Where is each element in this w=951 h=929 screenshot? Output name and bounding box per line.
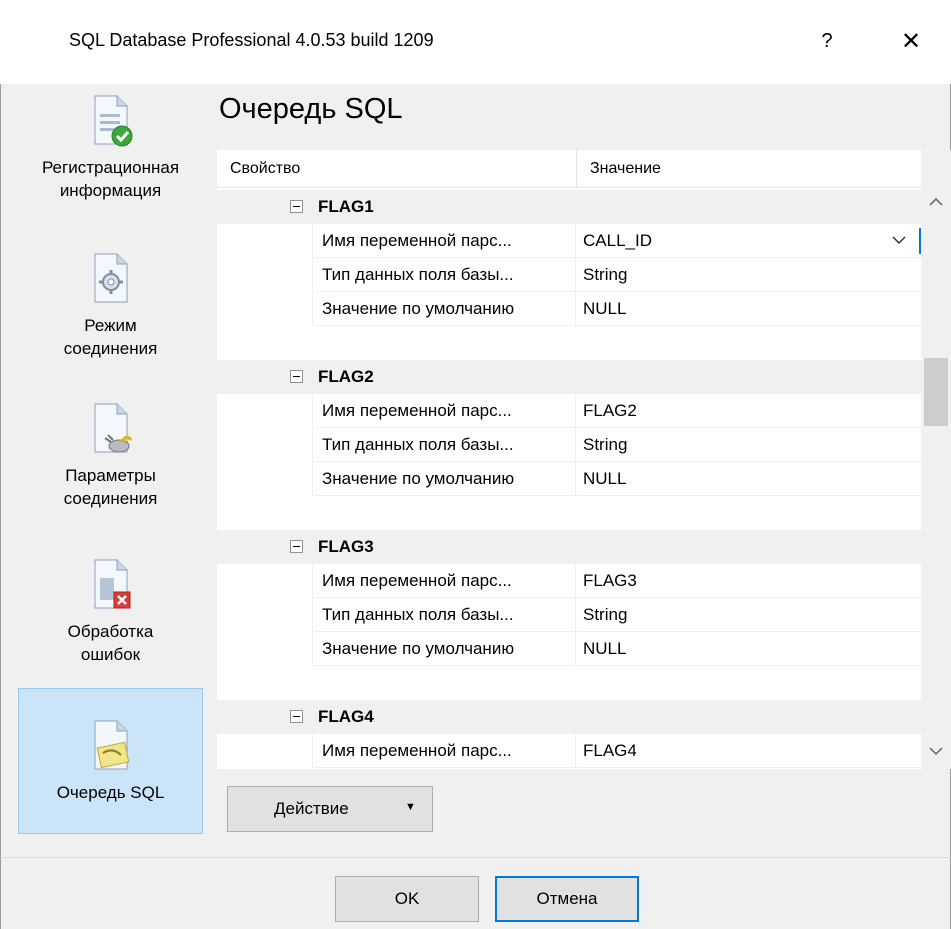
group-row-flag1[interactable]: FLAG1 <box>217 190 921 224</box>
table-row[interactable]: Тип данных поля базы... String <box>217 258 921 292</box>
property-value[interactable]: NULL <box>583 299 626 319</box>
document-gear-icon <box>85 250 137 308</box>
property-value[interactable]: NULL <box>583 469 626 489</box>
collapse-toggle-icon[interactable] <box>290 200 303 213</box>
action-dropdown-button[interactable]: Действие ▼ <box>227 786 433 832</box>
table-row[interactable]: Значение по умолчанию NULL <box>217 632 921 666</box>
group-label: FLAG3 <box>318 537 374 556</box>
sidebar-item-registration[interactable]: Регистрационная информация <box>18 86 203 222</box>
property-name: Имя переменной парс... <box>322 741 512 760</box>
value-dropdown[interactable]: CALL_ID <box>577 224 921 258</box>
window-title: SQL Database Professional 4.0.53 build 1… <box>69 30 434 50</box>
document-plug-icon <box>85 400 137 458</box>
close-button[interactable]: ✕ <box>888 18 934 64</box>
sidebar-item-label: Регистрационная <box>41 158 180 177</box>
table-row[interactable]: Имя переменной парс... FLAG2 <box>217 394 921 428</box>
table-row[interactable]: Значение по умолчанию NULL <box>217 462 921 496</box>
help-button[interactable]: ? <box>804 18 850 64</box>
page-title: Очередь SQL <box>219 93 403 125</box>
property-value[interactable]: FLAG4 <box>583 741 637 761</box>
property-name: Имя переменной парс... <box>322 571 512 590</box>
table-row[interactable]: Имя переменной парс... CALL_ID <box>217 224 921 258</box>
column-header-property[interactable]: Свойство <box>230 160 300 178</box>
property-name: Тип данных поля базы... <box>322 265 514 284</box>
property-value[interactable]: FLAG3 <box>583 571 637 591</box>
sidebar-item-label: информация <box>59 181 162 200</box>
group-row-flag3[interactable]: FLAG3 <box>217 530 921 564</box>
group-row-flag4[interactable]: FLAG4 <box>217 700 921 734</box>
table-row[interactable]: Значение по умолчанию NULL <box>217 292 921 326</box>
property-value[interactable]: String <box>583 605 627 625</box>
table-row[interactable]: Тип данных поля базы... String <box>217 428 921 462</box>
sidebar-item-sql-queue[interactable]: Очередь SQL <box>18 688 203 834</box>
sidebar-item-label: Параметры <box>65 466 156 485</box>
group-label: FLAG4 <box>318 707 374 726</box>
sidebar-item-connection-mode[interactable]: Режим соединения <box>18 244 203 374</box>
sidebar-item-connection-params[interactable]: Параметры соединения <box>18 394 203 524</box>
collapse-toggle-icon[interactable] <box>290 710 303 723</box>
group-row-flag2[interactable]: FLAG2 <box>217 360 921 394</box>
ok-button[interactable]: OK <box>335 876 479 922</box>
document-error-icon <box>85 556 137 614</box>
column-divider[interactable] <box>576 150 577 188</box>
property-value[interactable]: String <box>583 265 627 285</box>
property-value[interactable]: CALL_ID <box>583 231 652 251</box>
collapse-toggle-icon[interactable] <box>290 540 303 553</box>
group-label: FLAG1 <box>318 197 374 216</box>
property-name: Имя переменной парс... <box>322 231 512 250</box>
sidebar-item-error-handling[interactable]: Обработка ошибок <box>18 550 203 680</box>
sidebar-item-label: Режим <box>84 316 137 335</box>
property-value[interactable]: FLAG2 <box>583 401 637 421</box>
property-name: Имя переменной парс... <box>322 401 512 420</box>
scroll-down-icon[interactable] <box>921 736 951 766</box>
property-name: Значение по умолчанию <box>322 469 515 488</box>
action-label: Действие <box>274 799 349 818</box>
property-name: Тип данных поля базы... <box>322 605 514 624</box>
column-header-value[interactable]: Значение <box>590 160 661 178</box>
dialog-footer: OK Отмена <box>0 857 951 929</box>
property-name: Тип данных поля базы... <box>322 435 514 454</box>
document-queue-icon <box>85 717 137 775</box>
property-name: Значение по умолчанию <box>322 639 515 658</box>
property-name: Значение по умолчанию <box>322 299 515 318</box>
vertical-scrollbar[interactable] <box>921 150 951 769</box>
group-label: FLAG2 <box>318 367 374 386</box>
sidebar-item-label: ошибок <box>80 645 141 664</box>
title-bar: SQL Database Professional 4.0.53 build 1… <box>0 0 951 84</box>
sidebar-item-label: Обработка <box>67 622 154 641</box>
grid-header: Свойство Значение <box>217 150 921 188</box>
collapse-toggle-icon[interactable] <box>290 370 303 383</box>
scroll-up-icon[interactable] <box>921 187 951 217</box>
property-value[interactable]: NULL <box>583 639 626 659</box>
property-grid[interactable]: Свойство Значение FLAG1 Имя переменной п… <box>217 150 921 769</box>
property-value[interactable]: String <box>583 435 627 455</box>
table-row[interactable]: Тип данных поля базы... String <box>217 598 921 632</box>
table-row[interactable]: Имя переменной парс... FLAG4 <box>217 734 921 768</box>
dropdown-arrow-icon: ▼ <box>405 801 416 813</box>
sidebar-item-label: соединения <box>63 339 158 358</box>
scroll-thumb[interactable] <box>924 358 948 426</box>
sidebar-item-label: соединения <box>63 489 158 508</box>
sidebar-item-label: Очередь SQL <box>56 783 165 802</box>
sidebar-nav: Регистрационная информация Режим соедине… <box>0 84 206 857</box>
document-check-icon <box>85 92 137 150</box>
table-row[interactable]: Имя переменной парс... FLAG3 <box>217 564 921 598</box>
cancel-button[interactable]: Отмена <box>495 876 639 922</box>
chevron-down-icon[interactable] <box>890 228 908 252</box>
